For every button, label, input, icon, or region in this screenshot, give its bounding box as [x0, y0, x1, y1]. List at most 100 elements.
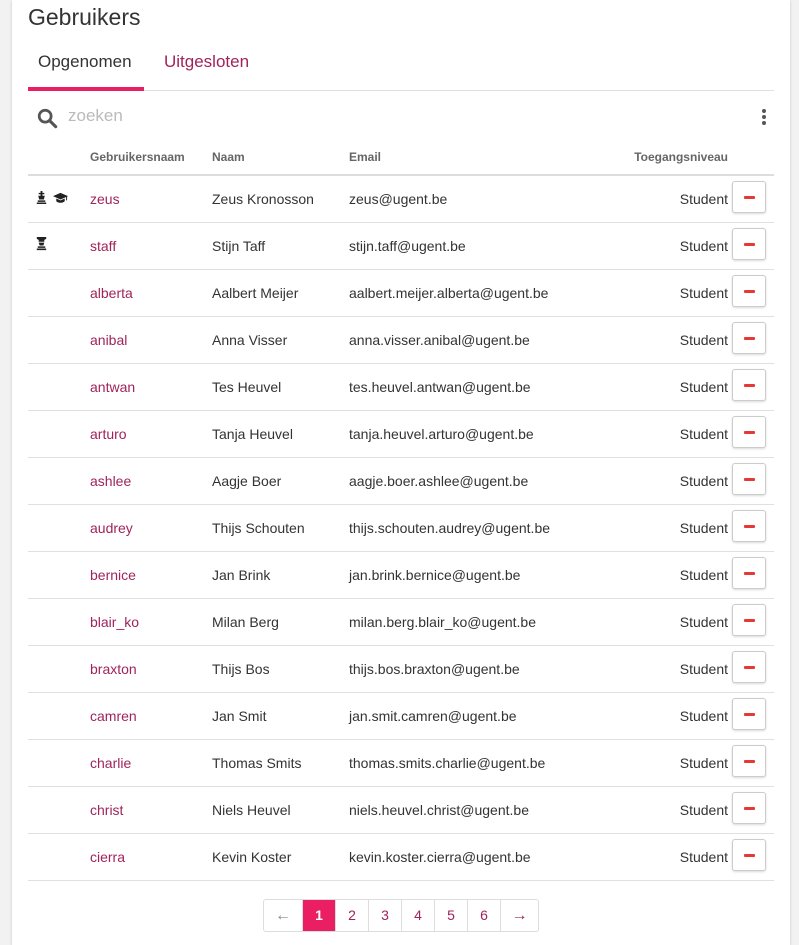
more-options-icon[interactable]	[760, 107, 768, 127]
access-level: Student	[599, 833, 728, 881]
tab-bar: Opgenomen Uitgesloten	[28, 48, 774, 91]
table-row: charlie Thomas Smits thomas.smits.charlie@…	[28, 739, 774, 787]
username-link[interactable]: ashlee	[90, 473, 131, 489]
remove-user-button[interactable]	[732, 557, 766, 589]
pagination-page-2[interactable]: 2	[335, 900, 368, 931]
row-icons	[28, 692, 90, 740]
pagination: ← 1 2 3 4 5 6 →	[263, 899, 539, 932]
username-link[interactable]: anibal	[90, 332, 127, 348]
chess-king-icon	[34, 190, 49, 204]
remove-user-button[interactable]	[732, 181, 766, 214]
row-icons	[28, 457, 90, 505]
username-link[interactable]: audrey	[90, 520, 133, 536]
pagination-next[interactable]: →	[500, 900, 538, 931]
user-email: jan.brink.bernice@ugent.be	[349, 551, 599, 599]
table-row: zeus Zeus Kronosson zeus@ugent.be Student	[28, 175, 774, 223]
access-level: Student	[599, 739, 728, 787]
user-name: Anna Visser	[212, 316, 349, 364]
user-name: Tes Heuvel	[212, 363, 349, 411]
remove-user-button[interactable]	[732, 275, 766, 307]
row-icons	[28, 786, 90, 834]
user-name: Kevin Koster	[212, 833, 349, 881]
remove-user-button[interactable]	[732, 228, 766, 260]
row-icons	[28, 551, 90, 599]
header-email[interactable]: Email	[349, 140, 599, 176]
access-level: Student	[599, 551, 728, 599]
remove-user-button[interactable]	[732, 698, 766, 730]
graduation-cap-icon	[53, 191, 68, 204]
username-link[interactable]: bernice	[90, 567, 136, 583]
search-input[interactable]	[68, 101, 668, 131]
pagination-page-5[interactable]: 5	[434, 900, 467, 931]
page-title: Gebruikers	[28, 4, 141, 30]
username-link[interactable]: braxton	[90, 661, 137, 677]
pagination-page-6[interactable]: 6	[467, 900, 500, 931]
username-link[interactable]: christ	[90, 802, 123, 818]
user-name: Zeus Kronosson	[212, 175, 349, 223]
access-level: Student	[599, 269, 728, 317]
row-icons	[28, 645, 90, 693]
table-row: cierra Kevin Koster kevin.koster.cierra@ug…	[28, 833, 774, 881]
header-username[interactable]: Gebruikersnaam	[90, 140, 212, 176]
username-link[interactable]: arturo	[90, 426, 127, 442]
table-row: anibal Anna Visser anna.visser.anibal@ugen…	[28, 316, 774, 364]
tab-opgenomen[interactable]: Opgenomen	[28, 48, 144, 91]
remove-user-button[interactable]	[732, 792, 766, 824]
user-email: thijs.bos.braxton@ugent.be	[349, 645, 599, 693]
header-actions	[728, 140, 774, 176]
user-name: Thomas Smits	[212, 739, 349, 787]
table-row: arturo Tanja Heuvel tanja.heuvel.arturo@ug…	[28, 410, 774, 458]
remove-user-button[interactable]	[732, 322, 766, 354]
user-name: Aagje Boer	[212, 457, 349, 505]
user-name: Aalbert Meijer	[212, 269, 349, 317]
remove-user-button[interactable]	[732, 745, 766, 777]
remove-user-button[interactable]	[732, 604, 766, 636]
username-link[interactable]: alberta	[90, 285, 133, 301]
remove-user-button[interactable]	[732, 510, 766, 542]
search-bar	[28, 95, 774, 139]
table-row: bernice Jan Brink jan.brink.bernice@ugent.…	[28, 551, 774, 599]
table-row: alberta Aalbert Meijer aalbert.meijer.albe…	[28, 269, 774, 317]
user-email: niels.heuvel.christ@ugent.be	[349, 786, 599, 834]
row-icons	[28, 504, 90, 552]
pagination-page-4[interactable]: 4	[401, 900, 434, 931]
access-level: Student	[599, 222, 728, 270]
row-icons	[28, 739, 90, 787]
row-icons	[28, 410, 90, 458]
remove-user-button[interactable]	[732, 463, 766, 495]
users-table: Gebruikersnaam Naam Email Toegangsniveau…	[28, 140, 774, 881]
remove-user-button[interactable]	[732, 651, 766, 683]
row-icons	[28, 316, 90, 364]
tab-uitgesloten[interactable]: Uitgesloten	[154, 48, 259, 90]
access-level: Student	[599, 410, 728, 458]
row-icons	[28, 269, 90, 317]
user-email: aagje.boer.ashlee@ugent.be	[349, 457, 599, 505]
username-link[interactable]: antwan	[90, 379, 135, 395]
username-link[interactable]: charlie	[90, 755, 131, 771]
user-email: milan.berg.blair_ko@ugent.be	[349, 598, 599, 646]
user-name: Thijs Bos	[212, 645, 349, 693]
username-link[interactable]: cierra	[90, 849, 125, 865]
header-access-level[interactable]: Toegangsniveau	[599, 140, 728, 176]
remove-user-button[interactable]	[732, 839, 766, 871]
username-link[interactable]: camren	[90, 708, 137, 724]
pagination-prev[interactable]: ←	[264, 900, 302, 931]
user-name: Stijn Taff	[212, 222, 349, 270]
user-name: Jan Brink	[212, 551, 349, 599]
user-email: stijn.taff@ugent.be	[349, 222, 599, 270]
remove-user-button[interactable]	[732, 416, 766, 448]
header-name[interactable]: Naam	[212, 140, 349, 176]
row-icons	[28, 833, 90, 881]
user-name: Thijs Schouten	[212, 504, 349, 552]
remove-user-button[interactable]	[732, 369, 766, 401]
pagination-page-1[interactable]: 1	[302, 900, 335, 931]
user-name: Tanja Heuvel	[212, 410, 349, 458]
search-icon	[37, 108, 58, 129]
pagination-page-3[interactable]: 3	[368, 900, 401, 931]
row-icons	[28, 222, 90, 270]
username-link[interactable]: zeus	[90, 191, 120, 207]
user-name: Milan Berg	[212, 598, 349, 646]
access-level: Student	[599, 316, 728, 364]
username-link[interactable]: blair_ko	[90, 614, 139, 630]
username-link[interactable]: staff	[90, 238, 116, 254]
